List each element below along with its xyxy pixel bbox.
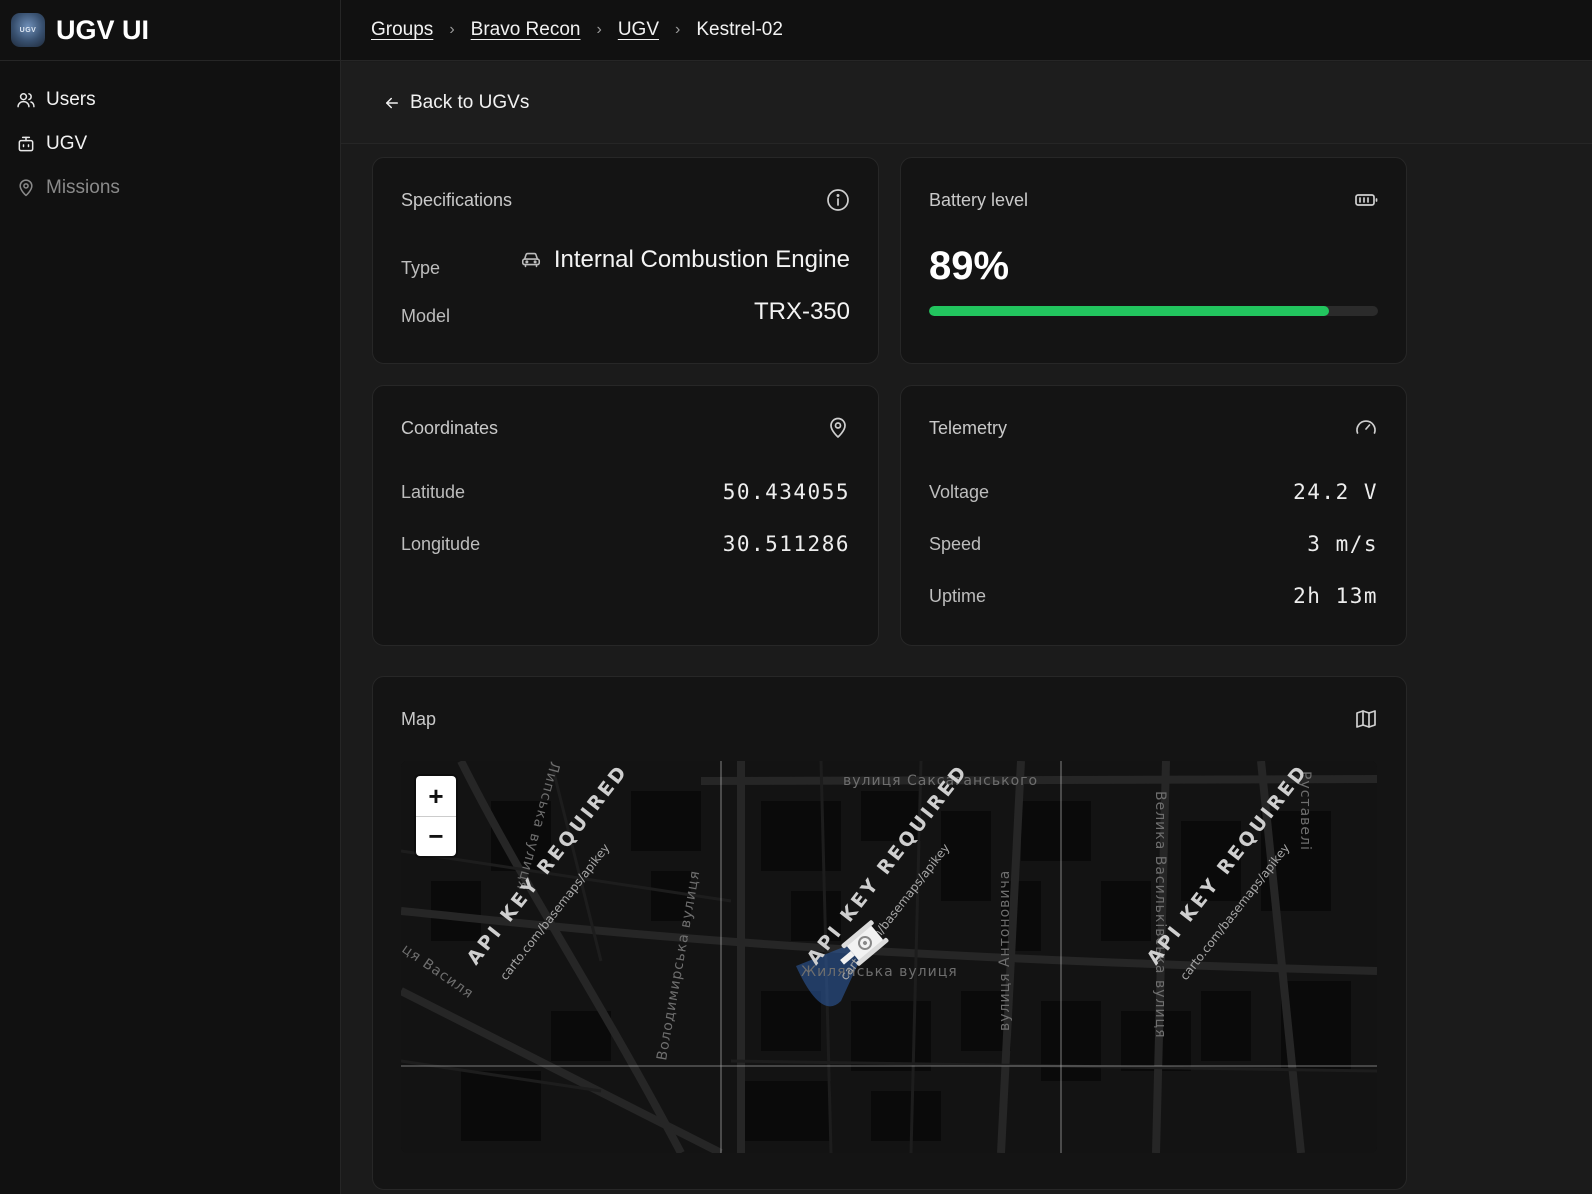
card-title: Specifications bbox=[401, 190, 513, 210]
type-label: Type bbox=[401, 258, 441, 278]
specifications-card: Specifications Type Internal Combustion … bbox=[372, 157, 879, 364]
map-view[interactable]: вулиця Саксаганського Жилянська вулиця в… bbox=[401, 761, 1377, 1153]
breadcrumb-separator: › bbox=[596, 21, 602, 38]
back-bar: Back to UGVs bbox=[341, 62, 1592, 144]
card-title: Battery level bbox=[929, 190, 1029, 210]
speed-value: 3 m/s bbox=[1307, 532, 1378, 556]
zoom-in-button[interactable]: + bbox=[416, 776, 456, 816]
breadcrumb: Groups › Bravo Recon › UGV › Kestrel-02 bbox=[341, 0, 1592, 61]
latitude-label: Latitude bbox=[401, 482, 466, 502]
app-logo-text: UGV bbox=[19, 26, 37, 34]
card-title: Coordinates bbox=[401, 418, 499, 438]
breadcrumb-ugv[interactable]: UGV bbox=[618, 19, 659, 41]
sidebar: UGV UGV UI Users UGV Missions bbox=[0, 0, 341, 1194]
longitude-label: Longitude bbox=[401, 534, 481, 554]
card-title: Map bbox=[401, 709, 437, 729]
sidebar-item-missions[interactable]: Missions bbox=[0, 166, 340, 210]
breadcrumb-current: Kestrel-02 bbox=[696, 19, 783, 40]
latitude-value: 50.434055 bbox=[722, 480, 850, 504]
breadcrumb-separator: › bbox=[675, 21, 681, 38]
speed-label: Speed bbox=[929, 534, 982, 554]
app-logo: UGV bbox=[11, 13, 45, 47]
card-title: Telemetry bbox=[929, 418, 1008, 438]
model-value: TRX-350 bbox=[753, 298, 850, 325]
sidebar-nav: Users UGV Missions bbox=[0, 61, 340, 210]
map-card: Map вулиця Саксаганського Жилянська вули… bbox=[372, 676, 1407, 1190]
sidebar-item-label: Users bbox=[46, 89, 96, 110]
uptime-label: Uptime bbox=[929, 586, 987, 606]
car-icon bbox=[521, 252, 540, 268]
zoom-control: + − bbox=[416, 776, 456, 856]
app-title: UGV UI bbox=[56, 14, 150, 45]
map-icon bbox=[1356, 710, 1376, 728]
ugv-marker-icon[interactable] bbox=[835, 913, 895, 973]
breadcrumb-groups[interactable]: Groups bbox=[371, 19, 433, 41]
battery-progress-fill bbox=[929, 306, 1329, 316]
map-pin-icon bbox=[830, 417, 846, 438]
breadcrumb-bravo-recon[interactable]: Bravo Recon bbox=[471, 19, 581, 41]
robot-icon bbox=[18, 136, 34, 152]
longitude-value: 30.511286 bbox=[722, 532, 850, 556]
sidebar-item-label: Missions bbox=[46, 177, 120, 198]
back-label: Back to UGVs bbox=[410, 91, 530, 113]
battery-progress-bar bbox=[929, 306, 1378, 316]
voltage-value: 24.2 V bbox=[1293, 480, 1378, 504]
users-icon bbox=[17, 93, 35, 108]
info-icon bbox=[827, 189, 849, 211]
type-value-text: Internal Combustion Engine bbox=[553, 246, 850, 273]
sidebar-item-ugv[interactable]: UGV bbox=[0, 122, 340, 166]
street-label: вулиця Антоновича bbox=[997, 870, 1013, 1031]
breadcrumb-separator: › bbox=[449, 21, 455, 38]
zoom-out-button[interactable]: − bbox=[416, 816, 456, 856]
back-to-ugvs-link[interactable]: Back to UGVs bbox=[383, 92, 529, 114]
coordinates-card: Coordinates Latitude 50.434055 Longitude… bbox=[372, 385, 879, 646]
model-label: Model bbox=[401, 306, 451, 326]
sidebar-item-users[interactable]: Users bbox=[0, 78, 340, 122]
telemetry-card: Telemetry Voltage 24.2 V Speed 3 m/s Upt… bbox=[900, 385, 1407, 646]
brand[interactable]: UGV UGV UI bbox=[0, 0, 340, 61]
street-label: Велика Васильківська вулиця bbox=[1152, 791, 1168, 1039]
sidebar-item-label: UGV bbox=[46, 133, 88, 154]
battery-icon bbox=[1355, 194, 1378, 206]
uptime-value: 2h 13m bbox=[1293, 584, 1378, 608]
map-pin-icon bbox=[19, 179, 33, 197]
type-value: Internal Combustion Engine bbox=[520, 246, 850, 274]
battery-card: Battery level 89% bbox=[900, 157, 1407, 364]
battery-percent: 89% bbox=[929, 244, 1010, 288]
arrow-left-icon bbox=[386, 97, 398, 108]
gauge-icon bbox=[1356, 420, 1376, 434]
voltage-label: Voltage bbox=[929, 482, 990, 502]
